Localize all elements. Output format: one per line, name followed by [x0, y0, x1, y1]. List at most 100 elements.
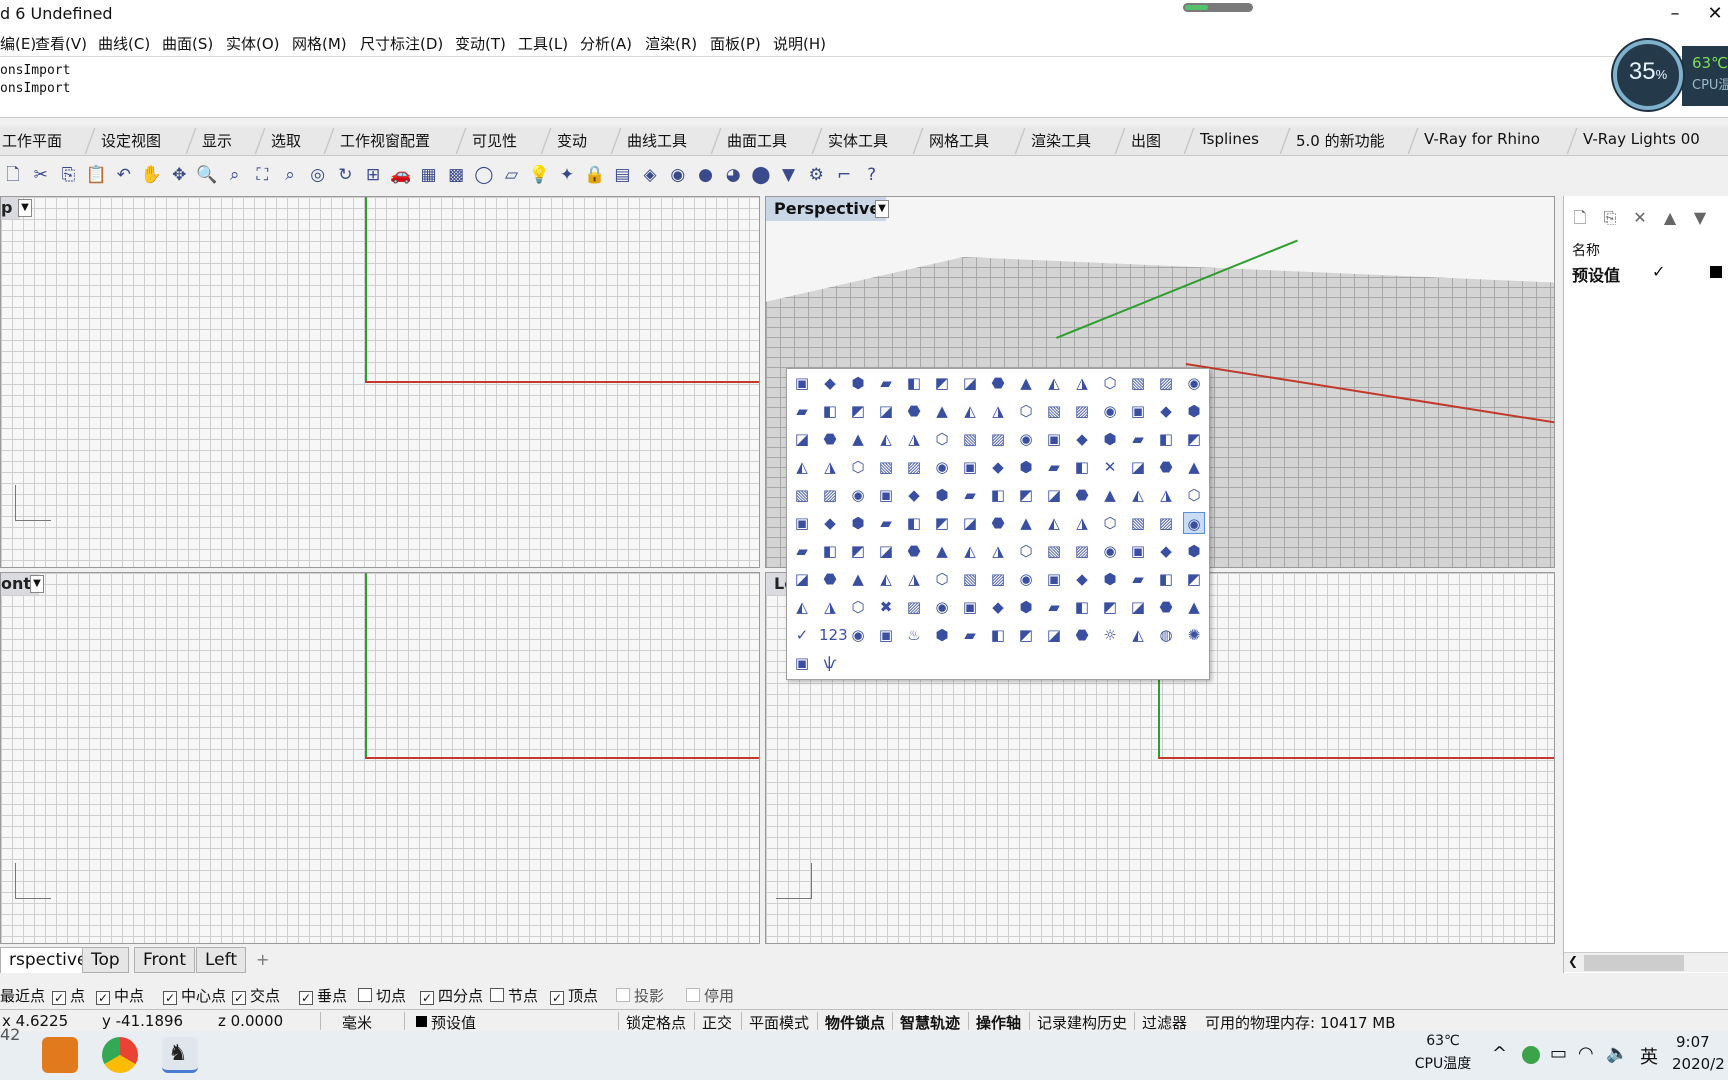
undo-icon[interactable]: ⬢ — [847, 372, 869, 394]
osnap-3[interactable]: ✓ 中心点 — [163, 985, 226, 1006]
move-icon[interactable]: ✥ — [168, 164, 190, 186]
arrows-icon[interactable]: ◮ — [1155, 484, 1177, 506]
checkbox[interactable]: ✓ — [299, 991, 313, 1005]
viewport-label-perspective[interactable]: Perspective — [766, 197, 887, 221]
cube-dashed-icon[interactable]: ▣ — [791, 652, 813, 674]
eye-icon[interactable]: ⬢ — [1183, 400, 1205, 422]
drum-icon[interactable]: ◉ — [1099, 540, 1121, 562]
menu-item[interactable]: 网格(M) — [292, 33, 347, 54]
osnap-4[interactable]: ✓ 交点 — [232, 985, 280, 1006]
chevron-up-icon[interactable]: ^ — [1492, 1043, 1507, 1064]
layer-copy-icon[interactable]: ◮ — [1071, 372, 1093, 394]
cup-icon[interactable]: ⬢ — [847, 512, 869, 534]
menu-item[interactable]: 说明(H) — [773, 33, 826, 54]
scatter-icon[interactable]: ◭ — [875, 428, 897, 450]
fold-icon[interactable]: ◭ — [1043, 512, 1065, 534]
viewport-menu-arrow[interactable]: ▼ — [18, 199, 32, 217]
menu-item[interactable]: 查看(V) — [35, 33, 87, 54]
close-button[interactable]: ✕ — [1700, 2, 1728, 26]
shell-icon[interactable]: ◧ — [903, 512, 925, 534]
menu-item[interactable]: 尺寸标注(D) — [360, 33, 443, 54]
arc-icon[interactable]: ◩ — [1183, 428, 1205, 450]
grid-icon[interactable]: ▣ — [791, 372, 813, 394]
twist2-icon[interactable]: ◧ — [819, 540, 841, 562]
layer-current-check[interactable]: ✓ — [1652, 262, 1665, 281]
sheet-icon[interactable]: ▣ — [1127, 400, 1149, 422]
arrow-box-icon[interactable]: ▲ — [1099, 484, 1121, 506]
engine-icon[interactable]: ◆ — [1155, 400, 1177, 422]
copy-icon[interactable]: ⎘ — [57, 164, 79, 186]
frame2-icon[interactable]: ◩ — [1183, 568, 1205, 590]
toolbar-tab[interactable]: 实体工具 — [828, 130, 888, 151]
x-mark-icon[interactable]: ✕ — [1099, 456, 1121, 478]
status-mode-button[interactable]: 平面模式 — [749, 1012, 809, 1033]
toolbar-tab[interactable]: 网格工具 — [929, 130, 989, 151]
stack-icon[interactable]: ◮ — [903, 568, 925, 590]
hand-icon[interactable]: ⬢ — [931, 624, 953, 646]
hex-icon[interactable]: ⬢ — [931, 484, 953, 506]
cube-icon[interactable]: ▰ — [875, 372, 897, 394]
dots-circle-icon[interactable]: ⬣ — [903, 400, 925, 422]
circle-icon[interactable]: ◯ — [473, 164, 495, 186]
circle-ring-icon[interactable]: ◪ — [791, 568, 813, 590]
disc-icon[interactable]: ⬣ — [1155, 456, 1177, 478]
paint-bucket-icon[interactable]: ◈ — [639, 164, 661, 186]
cube5-icon[interactable]: ⬡ — [931, 568, 953, 590]
sun-icon[interactable]: ☼ — [1099, 624, 1121, 646]
toolbar-tab[interactable]: 显示 — [202, 130, 232, 151]
dash-line-icon[interactable]: ◭ — [791, 456, 813, 478]
zoom-window-icon[interactable]: ⌕ — [224, 164, 246, 186]
layers-icon[interactable]: ▲ — [931, 540, 953, 562]
corner2-icon[interactable]: ◮ — [1071, 512, 1093, 534]
box-blue-icon[interactable]: ▰ — [791, 400, 813, 422]
toolbar-tab[interactable]: 设定视图 — [101, 130, 161, 151]
volume-icon[interactable]: 🔈 — [1606, 1043, 1628, 1064]
zoom-selected-icon[interactable]: ⌕ — [279, 164, 301, 186]
flower-icon[interactable]: ◪ — [1043, 484, 1065, 506]
box-gap-icon[interactable]: ⬡ — [847, 596, 869, 618]
globe-icon[interactable]: ◍ — [1155, 624, 1177, 646]
undo-icon[interactable]: ↶ — [113, 164, 135, 186]
paste-icon[interactable]: 📋 — [85, 164, 107, 186]
box-icon[interactable]: ◆ — [819, 372, 841, 394]
bulbs-icon[interactable]: ▲ — [1015, 372, 1037, 394]
render-mesh-icon[interactable]: ▩ — [445, 164, 467, 186]
clock-time[interactable]: 9:07 — [1676, 1033, 1710, 1051]
osnap-1[interactable]: ✓ 点 — [52, 985, 85, 1006]
zigzag-icon[interactable]: ◧ — [1155, 428, 1177, 450]
star-cube-icon[interactable]: ◆ — [1071, 568, 1093, 590]
slide-icon[interactable]: ▰ — [1127, 568, 1149, 590]
app-icon-manager[interactable] — [42, 1037, 78, 1073]
box-split-icon[interactable]: ◭ — [791, 596, 813, 618]
layer-split-icon[interactable]: ⬡ — [1099, 372, 1121, 394]
tag-icon[interactable]: ⬣ — [1071, 624, 1093, 646]
x-box-icon[interactable]: ✖ — [875, 596, 897, 618]
cone-icon[interactable]: ◩ — [931, 512, 953, 534]
plane-icon[interactable]: ▱ — [501, 164, 523, 186]
pan-icon[interactable]: ✋ — [141, 164, 163, 186]
horizontal-scrollbar[interactable]: ❮ — [1564, 952, 1728, 972]
slab-icon[interactable]: ▨ — [903, 596, 925, 618]
box-frame-icon[interactable]: ◮ — [819, 596, 841, 618]
osnap-0[interactable]: 最近点 — [0, 985, 45, 1006]
mesh-icon[interactable]: ▦ — [418, 164, 440, 186]
toolbar-tab[interactable]: 可见性 — [472, 130, 517, 151]
sphere-grey-icon[interactable]: ◩ — [1015, 484, 1037, 506]
status-mode-button[interactable]: 操作轴 — [976, 1012, 1021, 1033]
osnap-10[interactable]: 投影 — [616, 985, 664, 1006]
car-icon[interactable]: 🚗 — [390, 164, 412, 186]
disk-icon[interactable]: ⬣ — [1155, 596, 1177, 618]
clock-icon[interactable]: ◮ — [819, 456, 841, 478]
nodes-icon[interactable]: ◭ — [959, 400, 981, 422]
copy-layer-icon[interactable]: ⎘ — [1600, 208, 1620, 228]
counter-icon[interactable]: 123 — [819, 624, 848, 646]
checkbox[interactable] — [358, 988, 372, 1002]
gear-icon[interactable]: ⚙ — [805, 164, 827, 186]
rhino-app-icon[interactable]: ♞ — [162, 1037, 198, 1073]
cap-icon[interactable]: ◪ — [1043, 624, 1065, 646]
viewport-tab[interactable]: Front — [134, 947, 195, 973]
square-dots-icon[interactable]: ▧ — [959, 428, 981, 450]
layer-icon[interactable]: ▤ — [611, 164, 633, 186]
light-icon[interactable]: 💡 — [528, 164, 550, 186]
point-light-icon[interactable]: ✦ — [556, 164, 578, 186]
